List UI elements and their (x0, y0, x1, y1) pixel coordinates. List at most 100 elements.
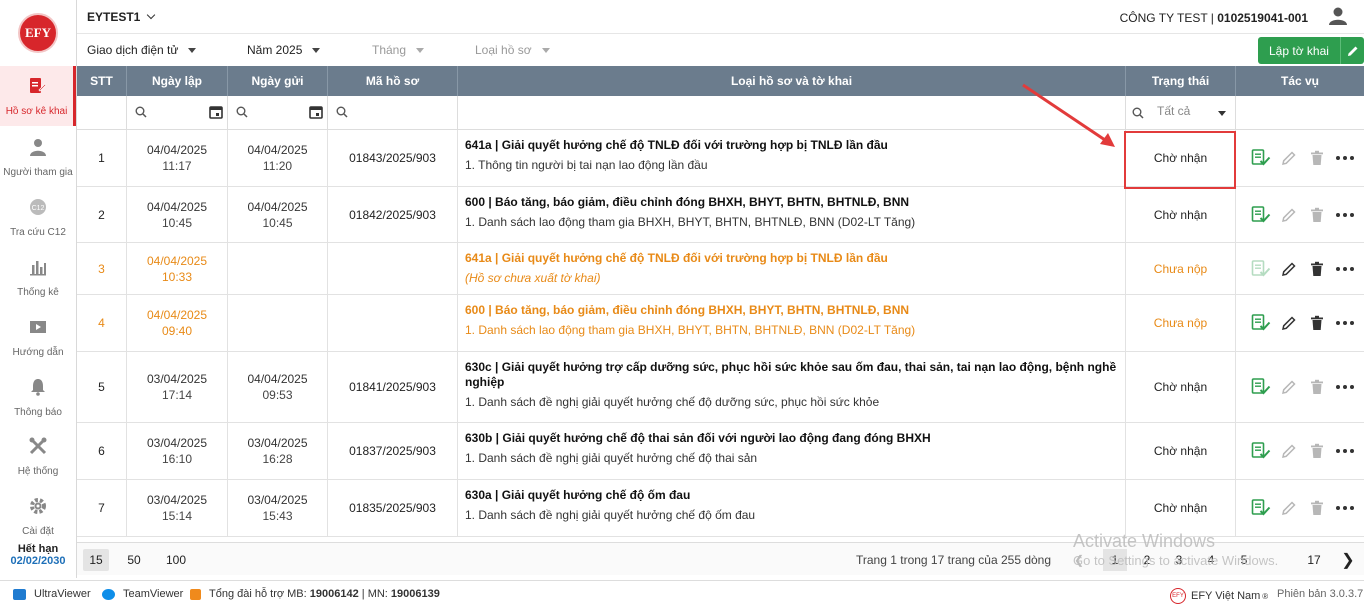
delete-icon[interactable] (1303, 313, 1331, 333)
more-options-icon[interactable] (1331, 148, 1359, 168)
edit-icon[interactable] (1275, 441, 1303, 461)
col-header-status[interactable]: Trạng thái (1126, 66, 1236, 96)
transaction-filter-value: Giao dịch điện tử (87, 43, 179, 57)
caret-down-icon (416, 48, 425, 54)
status-filter[interactable]: Tất cả (1126, 96, 1236, 130)
sign-submit-icon[interactable] (1247, 498, 1275, 518)
edit-icon[interactable] (1275, 377, 1303, 397)
tenant-name: EYTEST1 (87, 10, 141, 24)
row-created-time: 15:14 (161, 509, 193, 523)
sidebar-item-notifications[interactable]: Thông báo (0, 367, 76, 427)
table-row[interactable]: 6 03/04/2025 16:10 03/04/2025 16:28 01837/202… (77, 423, 1364, 480)
row-type-cell[interactable]: 600 | Báo tăng, báo giảm, điều chỉnh đón… (458, 295, 1126, 352)
sidebar: EFY Hồ sơ kê khai Người tham gia C12 Tra… (0, 0, 77, 578)
registered-icon: ® (1262, 591, 1269, 601)
calendar-icon[interactable] (309, 105, 323, 122)
year-filter[interactable]: Năm 2025 (247, 43, 321, 57)
page-size-50[interactable]: 50 (121, 549, 147, 571)
delete-icon[interactable] (1303, 377, 1331, 397)
delete-icon[interactable] (1303, 441, 1331, 461)
ultraviewer-link[interactable]: UltraViewer (13, 588, 91, 600)
row-code: 01837/2025/903 (328, 423, 458, 480)
sign-submit-icon[interactable] (1247, 441, 1275, 461)
edit-icon[interactable] (1275, 313, 1303, 333)
delete-icon[interactable] (1303, 498, 1331, 518)
sidebar-item-guide[interactable]: Hướng dẫn (0, 307, 76, 367)
sign-submit-icon[interactable] (1247, 377, 1275, 397)
sidebar-item-participants[interactable]: Người tham gia (0, 127, 76, 187)
month-filter[interactable]: Tháng (372, 43, 425, 57)
more-options-icon[interactable] (1331, 441, 1359, 461)
created-date-filter[interactable] (127, 96, 228, 130)
efy-logo[interactable]: EFY (18, 13, 58, 53)
row-type-cell[interactable]: 630b | Giải quyết hưởng chế độ thai sản … (458, 423, 1126, 480)
next-page-icon[interactable]: ❯ (1336, 549, 1360, 571)
table-row[interactable]: 3 04/04/2025 10:33 641a | Giải quyết hưởng … (77, 243, 1364, 295)
edit-icon[interactable] (1275, 498, 1303, 518)
tenant-selector[interactable]: EYTEST1 (87, 10, 155, 24)
sign-submit-icon[interactable] (1247, 205, 1275, 225)
search-c12-icon: C12 (28, 197, 48, 223)
row-type-sub: 1. Danh sách lao động tham gia BHXH, BHY… (465, 215, 916, 229)
transaction-filter[interactable]: Giao dịch điện tử (87, 43, 197, 57)
row-created-cell: 03/04/2025 16:10 (127, 423, 228, 480)
sidebar-item-label: Tra cứu C12 (10, 226, 66, 238)
sidebar-item-stats[interactable]: Thống kê (0, 247, 76, 307)
table-row[interactable]: 4 04/04/2025 09:40 600 | Báo tăng, báo giảm… (77, 295, 1364, 352)
row-type-sub: 1. Danh sách lao động tham gia BHXH, BHY… (465, 323, 916, 337)
row-created-time: 10:33 (161, 269, 193, 284)
page-size-100[interactable]: 100 (163, 549, 189, 571)
sidebar-item-system[interactable]: Hệ thống (0, 426, 76, 486)
more-options-icon[interactable] (1331, 205, 1359, 225)
edit-icon[interactable] (1275, 148, 1303, 168)
delete-icon[interactable] (1303, 205, 1331, 225)
sidebar-item-settings[interactable]: Cài đặt (0, 486, 76, 546)
sent-date-filter[interactable] (228, 96, 328, 130)
row-actions (1236, 423, 1364, 480)
col-header-created[interactable]: Ngày lập (127, 66, 228, 96)
ultraviewer-icon (13, 588, 26, 600)
sign-submit-icon[interactable] (1247, 148, 1275, 168)
row-created-cell: 04/04/2025 10:33 (127, 243, 228, 295)
table-row[interactable]: 2 04/04/2025 10:45 04/04/2025 10:45 01842/202… (77, 187, 1364, 243)
page-size-15[interactable]: 15 (83, 549, 109, 571)
col-header-code[interactable]: Mã hồ sơ (328, 66, 458, 96)
doctype-filter[interactable]: Loại hồ sơ (475, 43, 550, 57)
watermark-line2: Go to Settings to activate Windows. (1073, 553, 1279, 568)
row-sent-time: 16:28 (262, 452, 293, 466)
page-17[interactable]: 17 (1302, 549, 1326, 571)
teamviewer-link[interactable]: TeamViewer (102, 588, 183, 600)
row-type-cell[interactable]: 600 | Báo tăng, báo giảm, điều chỉnh đón… (458, 187, 1126, 243)
document-edit-icon (27, 76, 47, 102)
row-actions (1236, 480, 1364, 537)
calendar-icon[interactable] (209, 105, 223, 122)
delete-icon[interactable] (1303, 148, 1331, 168)
delete-icon[interactable] (1303, 259, 1331, 279)
row-sent-time: 15:43 (262, 509, 293, 523)
more-options-icon[interactable] (1331, 377, 1359, 397)
sidebar-item-declarations[interactable]: Hồ sơ kê khai (0, 66, 76, 126)
more-options-icon[interactable] (1331, 259, 1359, 279)
bar-chart-icon (28, 257, 48, 283)
user-icon[interactable] (1328, 6, 1348, 26)
more-options-icon[interactable] (1331, 313, 1359, 333)
col-header-sent[interactable]: Ngày gửi (228, 66, 328, 96)
sidebar-item-c12[interactable]: C12 Tra cứu C12 (0, 187, 76, 247)
edit-icon[interactable] (1275, 205, 1303, 225)
row-code: 01835/2025/903 (328, 480, 458, 537)
more-options-icon[interactable] (1331, 498, 1359, 518)
row-type-cell[interactable]: 630c | Giải quyết hưởng trợ cấp dưỡng sứ… (458, 352, 1126, 423)
row-type-cell[interactable]: 641a | Giải quyết hưởng chế độ TNLĐ đối … (458, 243, 1126, 295)
edit-icon[interactable] (1275, 259, 1303, 279)
row-type-cell[interactable]: 630a | Giải quyết hưởng chế độ ốm đau 1. … (458, 480, 1126, 537)
create-declaration-button[interactable]: Lập tờ khai (1258, 37, 1364, 64)
row-actions (1236, 295, 1364, 352)
svg-text:C12: C12 (32, 205, 45, 212)
table-row[interactable]: 7 03/04/2025 15:14 03/04/2025 15:43 01835/202… (77, 480, 1364, 537)
bell-icon (28, 377, 48, 403)
sign-submit-icon[interactable] (1247, 259, 1275, 279)
row-created-cell: 03/04/2025 17:14 (127, 352, 228, 423)
code-filter[interactable] (328, 96, 458, 130)
sign-submit-icon[interactable] (1247, 313, 1275, 333)
table-row[interactable]: 5 03/04/2025 17:14 04/04/2025 09:53 01841/202… (77, 352, 1364, 423)
